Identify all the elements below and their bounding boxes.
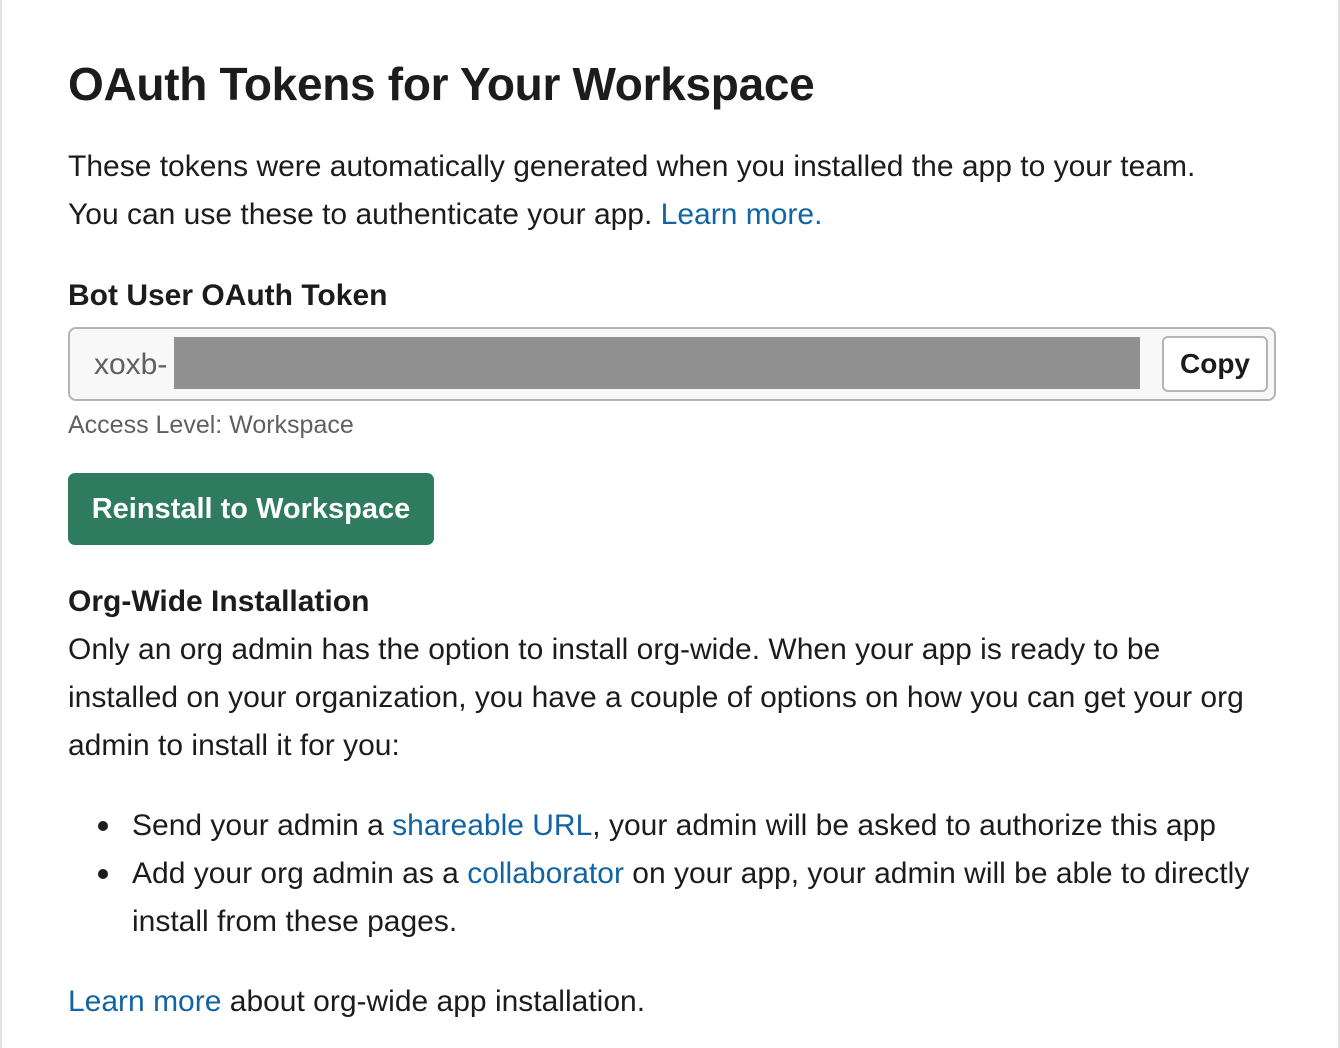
option-2-before: Add your org admin as a xyxy=(132,857,468,890)
intro-line-1: These tokens were automatically generate… xyxy=(68,150,1196,183)
org-wide-heading: Org-Wide Installation xyxy=(68,585,370,618)
token-prefix: xoxb- xyxy=(94,348,168,381)
intro-text: These tokens were automatically generate… xyxy=(68,143,1288,239)
reinstall-to-workspace-button[interactable]: Reinstall to Workspace xyxy=(68,473,434,545)
bullet-icon xyxy=(98,869,108,879)
bullet-icon xyxy=(98,821,108,831)
collaborator-link[interactable]: collaborator xyxy=(467,857,624,890)
intro-line-2: You can use these to authenticate your a… xyxy=(68,198,661,231)
install-options-list: Send your admin a shareable URL, your ad… xyxy=(68,802,1278,946)
org-wide-description: Only an org admin has the option to inst… xyxy=(68,633,1244,762)
bot-token-field[interactable]: xoxb- Copy xyxy=(68,327,1276,401)
token-redaction-block xyxy=(174,337,1140,389)
bot-token-label: Bot User OAuth Token xyxy=(68,279,388,312)
copy-button[interactable]: Copy xyxy=(1162,336,1268,392)
footer-learn-more-link[interactable]: Learn more xyxy=(68,985,221,1018)
option-1-after: , your admin will be asked to authorize … xyxy=(592,809,1216,842)
footer-text: about org-wide app installation. xyxy=(221,985,646,1018)
shareable-url-link[interactable]: shareable URL xyxy=(392,809,592,842)
option-1-before: Send your admin a xyxy=(132,809,393,842)
list-item: Add your org admin as a collaborator on … xyxy=(68,850,1278,946)
oauth-settings-panel: OAuth Tokens for Your Workspace These to… xyxy=(0,0,1340,1048)
org-wide-footer: Learn more about org-wide app installati… xyxy=(68,978,645,1026)
access-level-text: Access Level: Workspace xyxy=(68,411,354,439)
learn-more-link[interactable]: Learn more. xyxy=(661,198,823,231)
list-item: Send your admin a shareable URL, your ad… xyxy=(68,802,1278,850)
page-title: OAuth Tokens for Your Workspace xyxy=(68,58,815,110)
